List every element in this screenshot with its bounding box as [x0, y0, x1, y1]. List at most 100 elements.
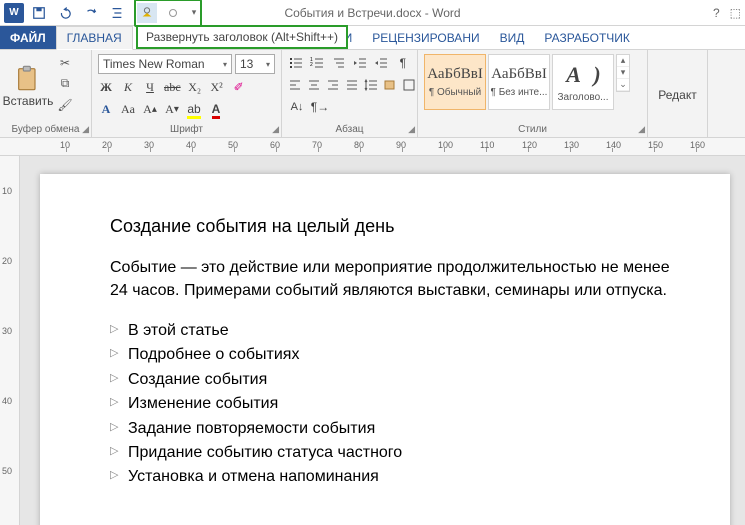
qat-dropdown-icon[interactable]: ▾ — [189, 3, 199, 23]
justify-icon[interactable] — [345, 76, 359, 94]
document-page[interactable]: Создание события на целый день Событие —… — [40, 174, 730, 525]
ruler-mark: 40 — [186, 140, 196, 150]
style-normal[interactable]: АаБбВвІ ¶ Обычный — [424, 54, 486, 110]
grow-font-button[interactable]: A▴ — [142, 100, 158, 118]
numbering-icon[interactable]: 12 — [309, 54, 325, 72]
font-name-combo[interactable]: Times New Roman▾ — [98, 54, 232, 74]
tab-review[interactable]: РЕЦЕНЗИРОВАНИ — [362, 26, 489, 49]
outline-item[interactable]: Подробнее о событиях — [110, 344, 690, 366]
dec-indent-icon[interactable] — [352, 54, 368, 72]
bullets-icon[interactable] — [288, 54, 304, 72]
font-name-value: Times New Roman — [103, 57, 205, 71]
align-right-icon[interactable] — [326, 76, 340, 94]
tab-view[interactable]: ВИД — [490, 26, 535, 49]
expand-heading-group: ▾ Развернуть заголовок (Alt+Shift++) — [134, 0, 202, 27]
tab-file[interactable]: ФАЙЛ — [0, 26, 56, 49]
styles-scroll: ▴ ▾ ⌄ — [616, 54, 630, 92]
styles-more-icon[interactable]: ⌄ — [617, 79, 629, 91]
shading-icon[interactable] — [383, 76, 397, 94]
text-effects-icon[interactable]: A — [98, 100, 114, 118]
ruler-horizontal[interactable]: 102030405060708090100110120130140150160 — [0, 138, 745, 156]
clipboard-launcher-icon[interactable]: ◢ — [82, 124, 89, 135]
ruler-vertical[interactable]: 1020304050 — [0, 156, 20, 525]
style-name: ¶ Без инте... — [491, 87, 548, 98]
tab-developer[interactable]: РАЗРАБОТЧИК — [534, 26, 640, 49]
title-bar: W ▾ Развернуть заголовок (Alt+Shift++) С… — [0, 0, 745, 26]
help-icon[interactable]: ? — [713, 6, 720, 20]
ruler-mark: 80 — [354, 140, 364, 150]
collapse-heading-icon[interactable] — [163, 3, 183, 23]
editing-label[interactable]: Редакт — [658, 88, 696, 102]
format-painter-icon[interactable]: 🖌 — [56, 97, 74, 114]
cut-icon[interactable]: ✂ — [56, 54, 74, 71]
page-area: Создание события на целый день Событие —… — [20, 156, 745, 525]
ruler-mark: 30 — [2, 326, 12, 336]
redo-icon[interactable] — [82, 4, 100, 22]
ruler-mark: 30 — [144, 140, 154, 150]
styles-launcher-icon[interactable]: ◢ — [638, 124, 645, 135]
align-left-icon[interactable] — [288, 76, 302, 94]
font-color-button[interactable]: A — [208, 100, 224, 118]
font-size-combo[interactable]: 13▾ — [235, 54, 275, 74]
ruler-mark: 50 — [228, 140, 238, 150]
inc-indent-icon[interactable] — [108, 4, 126, 22]
line-spacing-icon[interactable] — [364, 76, 378, 94]
align-center-icon[interactable] — [307, 76, 321, 94]
highlight-button[interactable]: ab — [186, 100, 202, 118]
ruler-mark: 160 — [690, 140, 705, 150]
inc-indent-icon[interactable] — [373, 54, 389, 72]
group-styles-label: Стили — [424, 122, 641, 135]
outline-item[interactable]: Создание события — [110, 369, 690, 391]
copy-icon[interactable]: ⧉ — [56, 75, 74, 92]
strikethrough-button[interactable]: abc — [164, 78, 181, 96]
superscript-button[interactable]: X² — [209, 78, 225, 96]
expand-heading-icon[interactable] — [137, 3, 157, 23]
undo-icon[interactable] — [56, 4, 74, 22]
ribbon-display-icon[interactable]: ⬚ — [730, 6, 741, 20]
word-app-icon: W — [4, 3, 24, 23]
outline-item[interactable]: Изменение события — [110, 393, 690, 415]
tooltip: Развернуть заголовок (Alt+Shift++) — [136, 25, 348, 49]
group-font: Times New Roman▾ 13▾ Ж К Ч abc X₂ X² ✐ A… — [92, 50, 282, 137]
style-preview: A ) — [566, 62, 600, 88]
font-launcher-icon[interactable]: ◢ — [272, 124, 279, 135]
group-editing: Редакт — [648, 50, 708, 137]
ruler-mark: 130 — [564, 140, 579, 150]
styles-down-icon[interactable]: ▾ — [617, 67, 629, 79]
italic-button[interactable]: К — [120, 78, 136, 96]
show-marks-icon[interactable]: ¶ — [395, 54, 411, 72]
ruler-mark: 60 — [270, 140, 280, 150]
group-paragraph-label: Абзац — [288, 122, 411, 135]
bold-button[interactable]: Ж — [98, 78, 114, 96]
outline-item[interactable]: Установка и отмена напоминания — [110, 466, 690, 488]
outline-item[interactable]: Придание событию статуса частного — [110, 442, 690, 464]
group-clipboard-label: Буфер обмена — [6, 122, 85, 135]
paste-button[interactable]: Вставить — [6, 54, 50, 114]
style-heading1[interactable]: A ) Заголово... — [552, 54, 614, 110]
outline-item[interactable]: Задание повторяемости события — [110, 418, 690, 440]
svg-text:2: 2 — [310, 62, 313, 68]
window-title: События и Встречи.docx - Word — [284, 6, 460, 20]
ltr-icon[interactable]: ¶→ — [311, 98, 329, 116]
style-name: Заголово... — [558, 92, 609, 103]
group-clipboard: Вставить ✂ ⧉ 🖌 Буфер обмена ◢ — [0, 50, 92, 137]
subscript-button[interactable]: X₂ — [187, 78, 203, 96]
styles-up-icon[interactable]: ▴ — [617, 55, 629, 67]
shrink-font-button[interactable]: A▾ — [164, 100, 180, 118]
save-icon[interactable] — [30, 4, 48, 22]
borders-icon[interactable] — [402, 76, 416, 94]
ruler-mark: 140 — [606, 140, 621, 150]
sort-icon[interactable]: A↓ — [288, 98, 306, 116]
ruler-mark: 90 — [396, 140, 406, 150]
window-controls: ? ⬚ — [713, 6, 741, 20]
paragraph-launcher-icon[interactable]: ◢ — [408, 124, 415, 135]
tab-home[interactable]: ГЛАВНАЯ — [56, 26, 133, 50]
multilevel-icon[interactable] — [331, 54, 347, 72]
change-case-button[interactable]: Aa — [120, 100, 136, 118]
style-no-spacing[interactable]: АаБбВвІ ¶ Без инте... — [488, 54, 550, 110]
workspace: 1020304050 Создание события на целый ден… — [0, 156, 745, 525]
clear-format-icon[interactable]: ✐ — [231, 78, 247, 96]
ruler-mark: 20 — [102, 140, 112, 150]
outline-item[interactable]: В этой статье — [110, 320, 690, 342]
underline-button[interactable]: Ч — [142, 78, 158, 96]
